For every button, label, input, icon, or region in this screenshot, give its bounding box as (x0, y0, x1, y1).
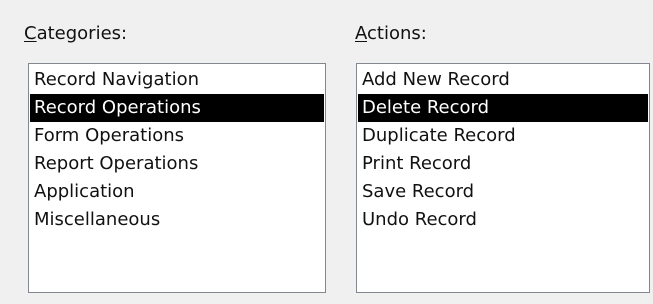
actions-listbox[interactable]: Add New Record Delete Record Duplicate R… (356, 63, 650, 293)
categories-listbox[interactable]: Record Navigation Record Operations Form… (28, 63, 326, 293)
actions-item[interactable]: Add New Record (358, 66, 648, 94)
actions-label-text: ctions: (367, 23, 427, 44)
categories-item[interactable]: Record Navigation (30, 66, 324, 94)
actions-label-accelerator: A (355, 23, 367, 44)
categories-item[interactable]: Miscellaneous (30, 206, 324, 234)
categories-label: Categories: (24, 23, 127, 45)
categories-label-text: ategories: (36, 23, 128, 44)
categories-label-accelerator: C (24, 23, 37, 44)
actions-label: Actions: (355, 23, 427, 45)
actions-item[interactable]: Duplicate Record (358, 122, 648, 150)
actions-item[interactable]: Print Record (358, 150, 648, 178)
categories-item[interactable]: Application (30, 178, 324, 206)
actions-item[interactable]: Save Record (358, 178, 648, 206)
categories-item[interactable]: Report Operations (30, 150, 324, 178)
actions-item-selected[interactable]: Delete Record (358, 94, 648, 122)
actions-item[interactable]: Undo Record (358, 206, 648, 234)
categories-item[interactable]: Form Operations (30, 122, 324, 150)
categories-item-selected[interactable]: Record Operations (30, 94, 324, 122)
